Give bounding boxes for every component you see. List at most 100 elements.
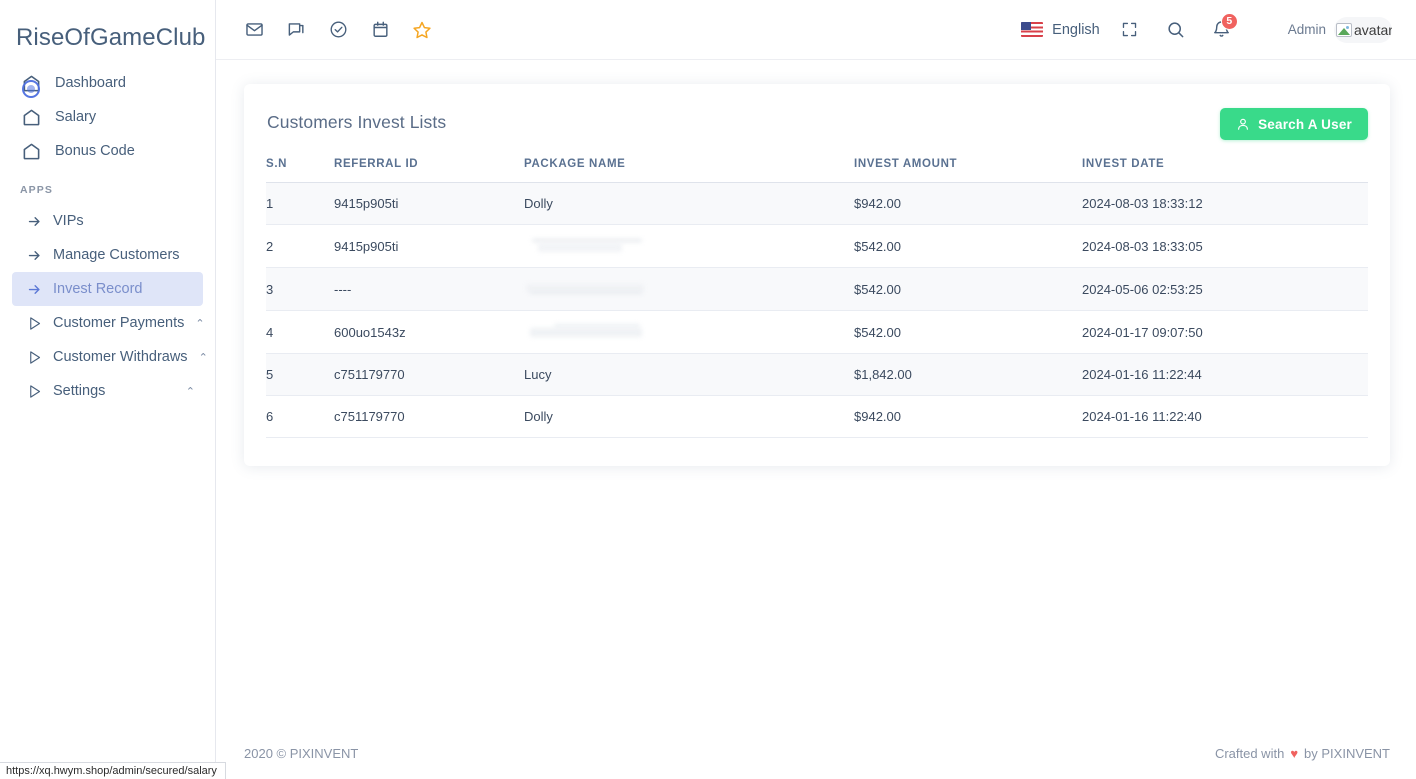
main-area: English 5 Admin avatar xyxy=(216,0,1416,779)
sidebar-item-settings[interactable]: Settings ⌃ xyxy=(12,374,203,408)
home-icon xyxy=(20,72,42,94)
topbar-quick-actions xyxy=(238,14,438,46)
redaction-blur xyxy=(524,324,644,340)
sidebar-section-apps: APPS xyxy=(0,184,215,196)
sidebar-item-vips[interactable]: VIPs xyxy=(12,204,203,238)
redaction-blur xyxy=(524,238,644,254)
cell-package-name: Dolly xyxy=(524,396,854,438)
broken-image-icon xyxy=(1336,23,1352,37)
user-menu[interactable]: Admin avatar xyxy=(1288,17,1392,43)
cell-invest-date: 2024-05-06 02:53:25 xyxy=(1082,268,1368,311)
cell-invest-date: 2024-08-03 18:33:12 xyxy=(1082,183,1368,225)
footer-credit-suffix: by PIXINVENT xyxy=(1304,746,1390,761)
table-row[interactable]: 3 ---- $542.00 2024-05-06 02:53:25 xyxy=(266,268,1368,311)
card-header: Customers Invest Lists Search A User xyxy=(266,104,1368,158)
page-footer: 2020 © PIXINVENT Crafted with ♥ by PIXIN… xyxy=(216,727,1416,779)
mail-icon[interactable] xyxy=(238,14,270,46)
user-icon xyxy=(1236,117,1250,131)
user-name-label: Admin xyxy=(1288,22,1326,37)
chevron-up-icon[interactable]: ⌃ xyxy=(186,387,195,398)
cell-invest-date: 2024-01-16 11:22:44 xyxy=(1082,354,1368,396)
notifications-bell[interactable]: 5 xyxy=(1206,14,1238,46)
cell-referral-id: 600uo1543z xyxy=(334,311,524,354)
language-label: English xyxy=(1052,22,1100,38)
cell-referral-id: 9415p905ti xyxy=(334,225,524,268)
chat-icon[interactable] xyxy=(280,14,312,46)
cell-package-name-redacted xyxy=(524,268,854,311)
star-icon[interactable] xyxy=(406,14,438,46)
sidebar: RiseOfGameClub Dashboard Salary Bo xyxy=(0,0,216,779)
table-body: 1 9415p905ti Dolly $942.00 2024-08-03 18… xyxy=(266,183,1368,438)
home-icon xyxy=(20,140,42,162)
table-row[interactable]: 5 c751179770 Lucy $1,842.00 2024-01-16 1… xyxy=(266,354,1368,396)
cell-sn: 4 xyxy=(266,311,334,354)
browser-status-bar-url: https://xq.hwym.shop/admin/secured/salar… xyxy=(0,762,226,779)
sidebar-item-label: Customer Withdraws xyxy=(53,349,188,365)
app-root: RiseOfGameClub Dashboard Salary Bo xyxy=(0,0,1416,779)
cell-package-name: Dolly xyxy=(524,183,854,225)
cell-sn: 1 xyxy=(266,183,334,225)
cell-package-name-redacted xyxy=(524,225,854,268)
triangle-right-icon xyxy=(26,312,42,334)
cell-invest-amount: $542.00 xyxy=(854,311,1082,354)
sidebar-item-bonus-code[interactable]: Bonus Code xyxy=(12,134,203,168)
cell-referral-id: 9415p905ti xyxy=(334,183,524,225)
arrow-right-icon xyxy=(26,278,42,300)
cell-sn: 3 xyxy=(266,268,334,311)
cell-referral-id: ---- xyxy=(334,268,524,311)
sidebar-item-label: Dashboard xyxy=(55,75,126,91)
cell-invest-amount: $1,842.00 xyxy=(854,354,1082,396)
sidebar-item-salary[interactable]: Salary xyxy=(12,100,203,134)
cell-package-name: Lucy xyxy=(524,354,854,396)
cell-invest-amount: $542.00 xyxy=(854,225,1082,268)
table-row[interactable]: 1 9415p905ti Dolly $942.00 2024-08-03 18… xyxy=(266,183,1368,225)
cell-invest-date: 2024-08-03 18:33:05 xyxy=(1082,225,1368,268)
footer-credit: Crafted with ♥ by PIXINVENT xyxy=(1215,746,1390,761)
sidebar-item-label: Settings xyxy=(53,383,105,399)
sidebar-item-manage-customers[interactable]: Manage Customers xyxy=(12,238,203,272)
cell-invest-amount: $942.00 xyxy=(854,183,1082,225)
triangle-right-icon xyxy=(26,346,42,368)
column-header-package-name: PACKAGE NAME xyxy=(524,158,854,183)
page-content: Customers Invest Lists Search A User S.N… xyxy=(216,60,1416,727)
sidebar-item-label: Manage Customers xyxy=(53,247,180,263)
table-head: S.N REFERRAL ID PACKAGE NAME INVEST AMOU… xyxy=(266,158,1368,183)
footer-credit-prefix: Crafted with xyxy=(1215,746,1284,761)
cell-invest-amount: $942.00 xyxy=(854,396,1082,438)
sidebar-item-customer-payments[interactable]: Customer Payments ⌃ xyxy=(12,306,203,340)
fullscreen-icon[interactable] xyxy=(1114,14,1146,46)
table-header-row: S.N REFERRAL ID PACKAGE NAME INVEST AMOU… xyxy=(266,158,1368,183)
sidebar-item-label: Invest Record xyxy=(53,281,142,297)
invest-records-table: S.N REFERRAL ID PACKAGE NAME INVEST AMOU… xyxy=(266,158,1368,438)
table-row[interactable]: 6 c751179770 Dolly $942.00 2024-01-16 11… xyxy=(266,396,1368,438)
table-row[interactable]: 4 600uo1543z $542.00 2024-01-17 09:07:50 xyxy=(266,311,1368,354)
sidebar-item-label: VIPs xyxy=(53,213,84,229)
brand-title: RiseOfGameClub xyxy=(0,20,215,56)
cell-invest-date: 2024-01-17 09:07:50 xyxy=(1082,311,1368,354)
sidebar-item-invest-record[interactable]: Invest Record xyxy=(12,272,203,306)
avatar[interactable]: avatar xyxy=(1334,17,1392,43)
search-icon[interactable] xyxy=(1160,14,1192,46)
search-a-user-button[interactable]: Search A User xyxy=(1220,108,1368,140)
cell-referral-id: c751179770 xyxy=(334,354,524,396)
calendar-icon[interactable] xyxy=(364,14,396,46)
chevron-up-icon[interactable]: ⌃ xyxy=(195,319,204,330)
cell-sn: 5 xyxy=(266,354,334,396)
sidebar-main-nav: Dashboard Salary Bonus Code APPS VIPs xyxy=(0,66,215,408)
column-header-invest-amount: INVEST AMOUNT xyxy=(854,158,1082,183)
search-a-user-label: Search A User xyxy=(1258,117,1352,132)
arrow-right-icon xyxy=(26,210,42,232)
avatar-alt-text: avatar xyxy=(1354,22,1392,38)
footer-copyright: 2020 © PIXINVENT xyxy=(244,746,358,761)
column-header-invest-date: INVEST DATE xyxy=(1082,158,1368,183)
cell-referral-id: c751179770 xyxy=(334,396,524,438)
chevron-up-icon[interactable]: ⌃ xyxy=(199,353,208,364)
sidebar-item-customer-withdraws[interactable]: Customer Withdraws ⌃ xyxy=(12,340,203,374)
sidebar-item-dashboard[interactable]: Dashboard xyxy=(12,66,203,100)
table-row[interactable]: 2 9415p905ti $542.00 2024-08-03 18:33:05 xyxy=(266,225,1368,268)
language-selector[interactable]: English xyxy=(1021,22,1100,38)
heart-icon: ♥ xyxy=(1290,746,1298,761)
cell-invest-date: 2024-01-16 11:22:40 xyxy=(1082,396,1368,438)
page-title: Customers Invest Lists xyxy=(266,108,446,133)
check-circle-icon[interactable] xyxy=(322,14,354,46)
